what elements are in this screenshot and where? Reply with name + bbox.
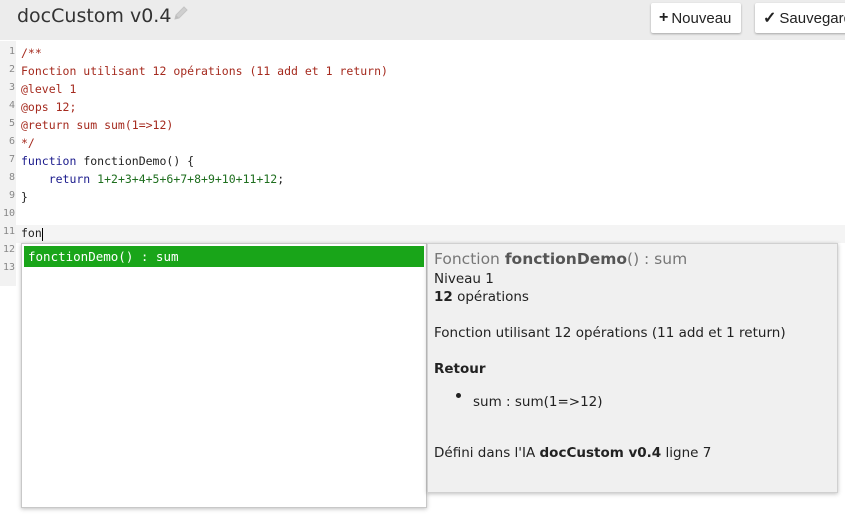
code-line: /** (21, 46, 42, 60)
line-number: 11 (2, 226, 15, 237)
doc-defined-prefix: Défini dans l'IA (434, 445, 540, 461)
code-line: @return sum sum(1=>12) (21, 118, 174, 132)
code-line: return 1+2+3+4+5+6+7+8+9+10+11+12; (21, 170, 284, 188)
code-line: } (21, 190, 28, 204)
code-line: */ (21, 136, 35, 150)
code-line: @level 1 (21, 82, 77, 96)
doc-defined-suffix: ligne 7 (661, 445, 712, 461)
ai-title[interactable]: docCustom v0.4 (17, 5, 171, 27)
line-number: 2 (8, 64, 15, 75)
line-number: 4 (8, 100, 15, 111)
code-line: fon (21, 226, 42, 240)
doc-title-prefix: Fonction (434, 250, 505, 268)
code-keyword: return (21, 172, 91, 186)
line-number: 1 (8, 46, 15, 57)
code-line: function fonctionDemo() { (21, 152, 194, 170)
doc-ops: 12 opérations (434, 289, 529, 305)
text-cursor (42, 228, 43, 241)
header-bar: docCustom v0.4 + Nouveau ✓ Sauvegarder (0, 0, 845, 40)
code-keyword: function (21, 154, 77, 168)
active-line-highlight (16, 225, 845, 243)
line-number: 7 (8, 154, 15, 165)
code-numbers: 1+2+3+4+5+6+7+8+9+10+11+12 (90, 172, 278, 186)
code-text: fonctionDemo() { (76, 154, 195, 168)
doc-description: Fonction utilisant 12 opérations (11 add… (434, 325, 786, 341)
autocomplete-list[interactable]: fonctionDemo() : sum (21, 243, 427, 508)
line-number: 5 (8, 118, 15, 129)
code-text: ; (277, 172, 285, 186)
doc-title-suffix: () : sum (627, 250, 688, 268)
pencil-icon[interactable] (172, 4, 190, 22)
autocomplete-item[interactable]: fonctionDemo() : sum (24, 246, 424, 267)
doc-return-heading: Retour (434, 361, 486, 377)
documentation-panel: Fonction fonctionDemo() : sum Niveau 1 1… (427, 243, 838, 493)
line-number: 9 (8, 190, 15, 201)
doc-level: Niveau 1 (434, 271, 494, 287)
doc-defined-in: Défini dans l'IA docCustom v0.4 ligne 7 (434, 445, 711, 461)
line-number: 3 (8, 82, 15, 93)
code-line: @ops 12; (21, 100, 77, 114)
doc-function-name: fonctionDemo (504, 250, 628, 268)
line-number: 12 (2, 244, 15, 255)
doc-defined-ai-link[interactable]: docCustom v0.4 (540, 445, 662, 461)
code-line: Fonction utilisant 12 opérations (11 add… (21, 64, 388, 78)
check-icon: ✓ (763, 10, 777, 27)
line-number: 10 (2, 208, 15, 219)
doc-ops-count: 12 (434, 289, 453, 305)
new-button-label: Nouveau (671, 9, 732, 27)
doc-return-item: sum : sum(1=>12) (473, 394, 603, 410)
plus-icon: + (659, 9, 669, 26)
line-number: 6 (8, 136, 15, 147)
save-button[interactable]: ✓ Sauvegarder (755, 3, 845, 33)
bullet-icon (456, 393, 461, 398)
new-button[interactable]: + Nouveau (651, 3, 741, 33)
line-number: 8 (8, 172, 15, 183)
doc-title: Fonction fonctionDemo() : sum (434, 250, 687, 268)
line-number: 13 (2, 262, 15, 273)
doc-ops-label: opérations (452, 289, 529, 305)
save-button-label: Sauvegarder (779, 9, 845, 27)
